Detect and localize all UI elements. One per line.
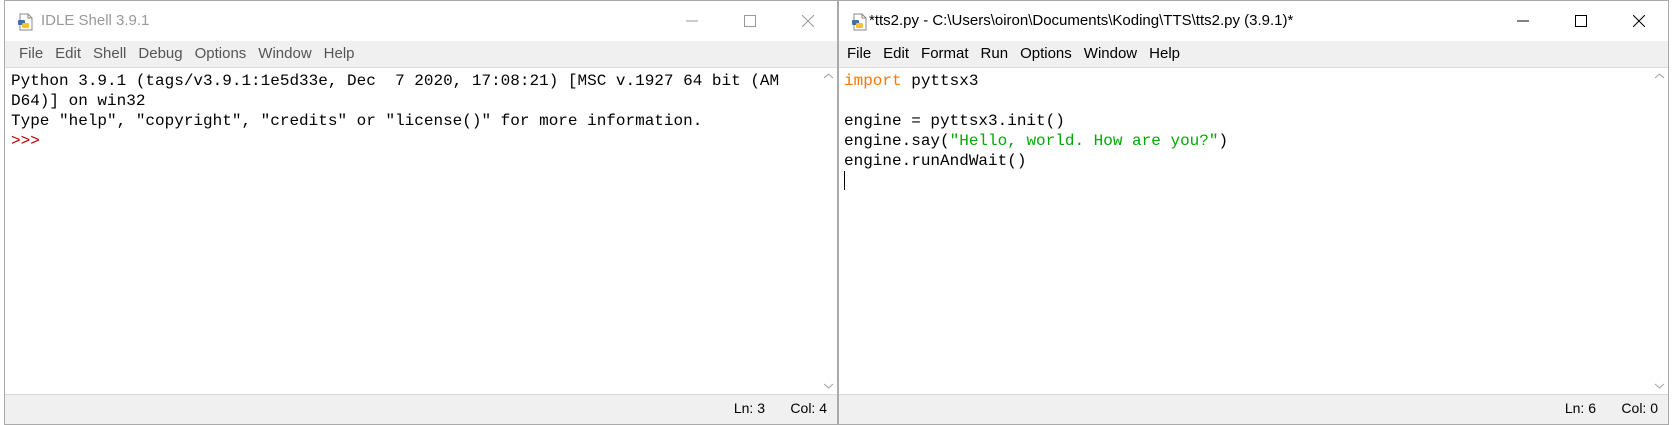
shell-banner-line: Python 3.9.1 (tags/v3.9.1:1e5d33e, Dec 7…	[11, 72, 780, 90]
close-icon	[1633, 15, 1645, 27]
scroll-down-arrow-icon[interactable]	[823, 380, 834, 391]
keyword-token: import	[844, 72, 902, 90]
shell-text-area[interactable]: Python 3.9.1 (tags/v3.9.1:1e5d33e, Dec 7…	[5, 67, 837, 394]
editor-menubar: File Edit Format Run Options Window Help	[839, 41, 1668, 66]
python-file-icon	[851, 13, 869, 31]
scroll-up-arrow-icon[interactable]	[1654, 71, 1665, 82]
close-button[interactable]	[1610, 1, 1668, 41]
scroll-up-arrow-icon[interactable]	[823, 71, 834, 82]
idle-shell-window: IDLE Shell 3.9.1 File Edit Shell Debug O…	[4, 0, 838, 425]
shell-banner-line: D64)] on win32	[11, 92, 146, 110]
menu-options[interactable]: Options	[1014, 45, 1078, 62]
string-token: "Hello, world. How are you?"	[949, 132, 1219, 150]
shell-statusbar: Ln: 3 Col: 4	[5, 394, 837, 419]
code-line-1: import pyttsx3	[844, 71, 1646, 91]
column-number-status: Col: 0	[1621, 400, 1658, 416]
shell-caption-buttons	[663, 1, 837, 41]
editor-window: *tts2.py - C:\Users\oiron\Documents\Kodi…	[838, 0, 1669, 425]
minimize-icon	[686, 20, 698, 22]
shell-output[interactable]: Python 3.9.1 (tags/v3.9.1:1e5d33e, Dec 7…	[11, 71, 815, 394]
menu-window[interactable]: Window	[252, 45, 317, 62]
shell-titlebar[interactable]: IDLE Shell 3.9.1	[5, 1, 837, 41]
menu-shell[interactable]: Shell	[87, 45, 132, 62]
minimize-button[interactable]	[663, 1, 721, 41]
menu-options[interactable]: Options	[189, 45, 253, 62]
editor-vertical-scrollbar[interactable]	[1651, 68, 1668, 394]
code-token: )	[1218, 132, 1229, 150]
menu-file[interactable]: File	[13, 45, 49, 62]
shell-prompt: >>>	[11, 132, 40, 150]
menu-run[interactable]: Run	[975, 45, 1015, 62]
code-token: pyttsx3	[901, 72, 979, 90]
scroll-down-arrow-icon[interactable]	[1654, 380, 1665, 391]
line-number-status: Ln: 6	[1564, 400, 1596, 416]
editor-window-title: *tts2.py - C:\Users\oiron\Documents\Kodi…	[869, 12, 1294, 29]
code-line-3: engine = pyttsx3.init()	[844, 112, 1065, 130]
minimize-button[interactable]	[1494, 1, 1552, 41]
code-line-5: engine.runAndWait()	[844, 152, 1027, 170]
maximize-button[interactable]	[721, 1, 779, 41]
minimize-icon	[1517, 20, 1529, 22]
column-number-status: Col: 4	[790, 400, 827, 416]
menu-edit[interactable]: Edit	[49, 45, 87, 62]
editor-caption-buttons	[1494, 1, 1668, 41]
editor-statusbar: Ln: 6 Col: 0	[839, 394, 1668, 419]
editor-text-area[interactable]: import pyttsx3 engine = pyttsx3.init() e…	[839, 67, 1668, 394]
code-line-6	[844, 171, 1646, 191]
shell-window-title: IDLE Shell 3.9.1	[41, 12, 150, 29]
maximize-button[interactable]	[1552, 1, 1610, 41]
editor-titlebar[interactable]: *tts2.py - C:\Users\oiron\Documents\Kodi…	[839, 1, 1668, 41]
shell-vertical-scrollbar[interactable]	[820, 68, 837, 394]
python-file-icon	[17, 13, 35, 31]
maximize-icon	[744, 15, 756, 27]
code-token: engine.say(	[844, 132, 950, 150]
shell-banner-line: Type "help", "copyright", "credits" or "…	[11, 112, 703, 130]
menu-help[interactable]: Help	[318, 45, 361, 62]
close-icon	[802, 15, 814, 27]
close-button[interactable]	[779, 1, 837, 41]
menu-format[interactable]: Format	[915, 45, 975, 62]
shell-menubar: File Edit Shell Debug Options Window Hel…	[5, 41, 837, 66]
menu-file[interactable]: File	[841, 45, 877, 62]
menu-debug[interactable]: Debug	[132, 45, 188, 62]
line-number-status: Ln: 3	[733, 400, 765, 416]
menu-help[interactable]: Help	[1143, 45, 1186, 62]
code-editor[interactable]: import pyttsx3 engine = pyttsx3.init() e…	[844, 71, 1646, 394]
maximize-icon	[1575, 15, 1587, 27]
code-line-4: engine.say("Hello, world. How are you?")	[844, 131, 1646, 151]
text-cursor	[844, 171, 845, 190]
menu-edit[interactable]: Edit	[877, 45, 915, 62]
menu-window[interactable]: Window	[1078, 45, 1143, 62]
